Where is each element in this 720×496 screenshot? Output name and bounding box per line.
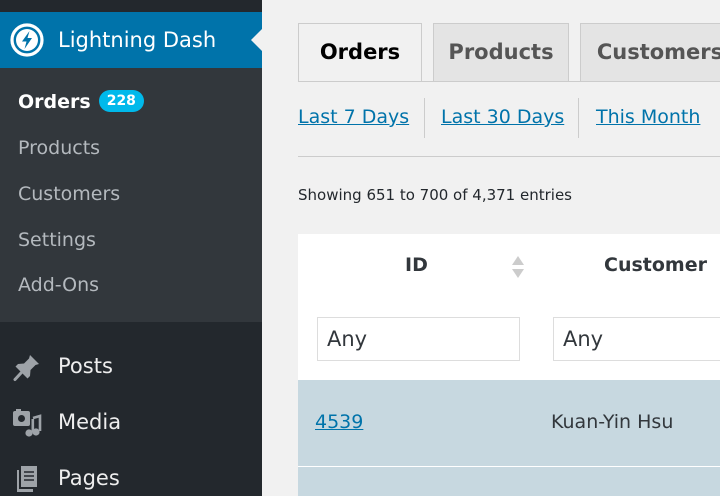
order-id-link[interactable]: 4539 [315, 411, 363, 433]
pushpin-icon [13, 355, 39, 381]
id-filter-input[interactable] [317, 317, 520, 361]
orders-table: ID Customer 4539 Kuan-Yin Hsu [298, 234, 720, 496]
orders-count-badge: 228 [98, 89, 144, 112]
range-divider [424, 98, 425, 138]
app-title: Lightning Dash [58, 28, 217, 52]
customer-name: Kuan-Yin Hsu [551, 411, 674, 433]
submenu-item-settings[interactable]: Settings [18, 227, 96, 253]
orders-submenu: Orders 228 Products Customers Settings Ad… [0, 68, 262, 322]
table-row: 4539 Kuan-Yin Hsu [298, 380, 720, 466]
menu-item-pages[interactable]: Pages [0, 452, 262, 496]
pages-icon [17, 466, 37, 492]
tabs-baseline [298, 81, 720, 82]
section-divider [298, 156, 720, 157]
sidebar-app-header[interactable]: Lightning Dash [0, 12, 262, 68]
table-row [298, 467, 720, 496]
sort-icon[interactable] [510, 253, 526, 281]
current-menu-arrow [251, 29, 262, 51]
customer-filter-input[interactable] [553, 317, 720, 361]
menu-item-label: Posts [58, 354, 113, 378]
menu-item-label: Pages [58, 466, 120, 490]
column-header-customer[interactable]: Customer [604, 254, 707, 276]
lightning-logo-icon [10, 23, 44, 57]
range-this-month[interactable]: This Month [596, 103, 700, 131]
range-last-7-days[interactable]: Last 7 Days [298, 103, 409, 131]
submenu-item-products[interactable]: Products [18, 135, 100, 161]
sidebar-top-strip [0, 0, 262, 12]
submenu-item-orders[interactable]: Orders 228 [18, 89, 144, 115]
main-content: Orders Products Customers Last 7 Days La… [262, 0, 720, 496]
media-icon [13, 409, 42, 437]
menu-item-posts[interactable]: Posts [0, 340, 262, 392]
range-divider [578, 98, 579, 138]
tab-customers[interactable]: Customers [580, 23, 720, 81]
range-last-30-days[interactable]: Last 30 Days [441, 103, 564, 131]
submenu-item-add-ons[interactable]: Add-Ons [18, 272, 99, 298]
tab-orders[interactable]: Orders [298, 23, 422, 82]
admin-sidebar: Lightning Dash Orders 228 Products Custom… [0, 0, 262, 496]
submenu-item-customers[interactable]: Customers [18, 181, 120, 207]
tab-products[interactable]: Products [433, 23, 569, 81]
entries-count-text: Showing 651 to 700 of 4,371 entries [298, 186, 572, 204]
submenu-item-label: Orders [18, 91, 91, 113]
menu-item-media[interactable]: Media [0, 396, 262, 448]
column-header-id[interactable]: ID [405, 254, 428, 276]
menu-item-label: Media [58, 410, 122, 434]
